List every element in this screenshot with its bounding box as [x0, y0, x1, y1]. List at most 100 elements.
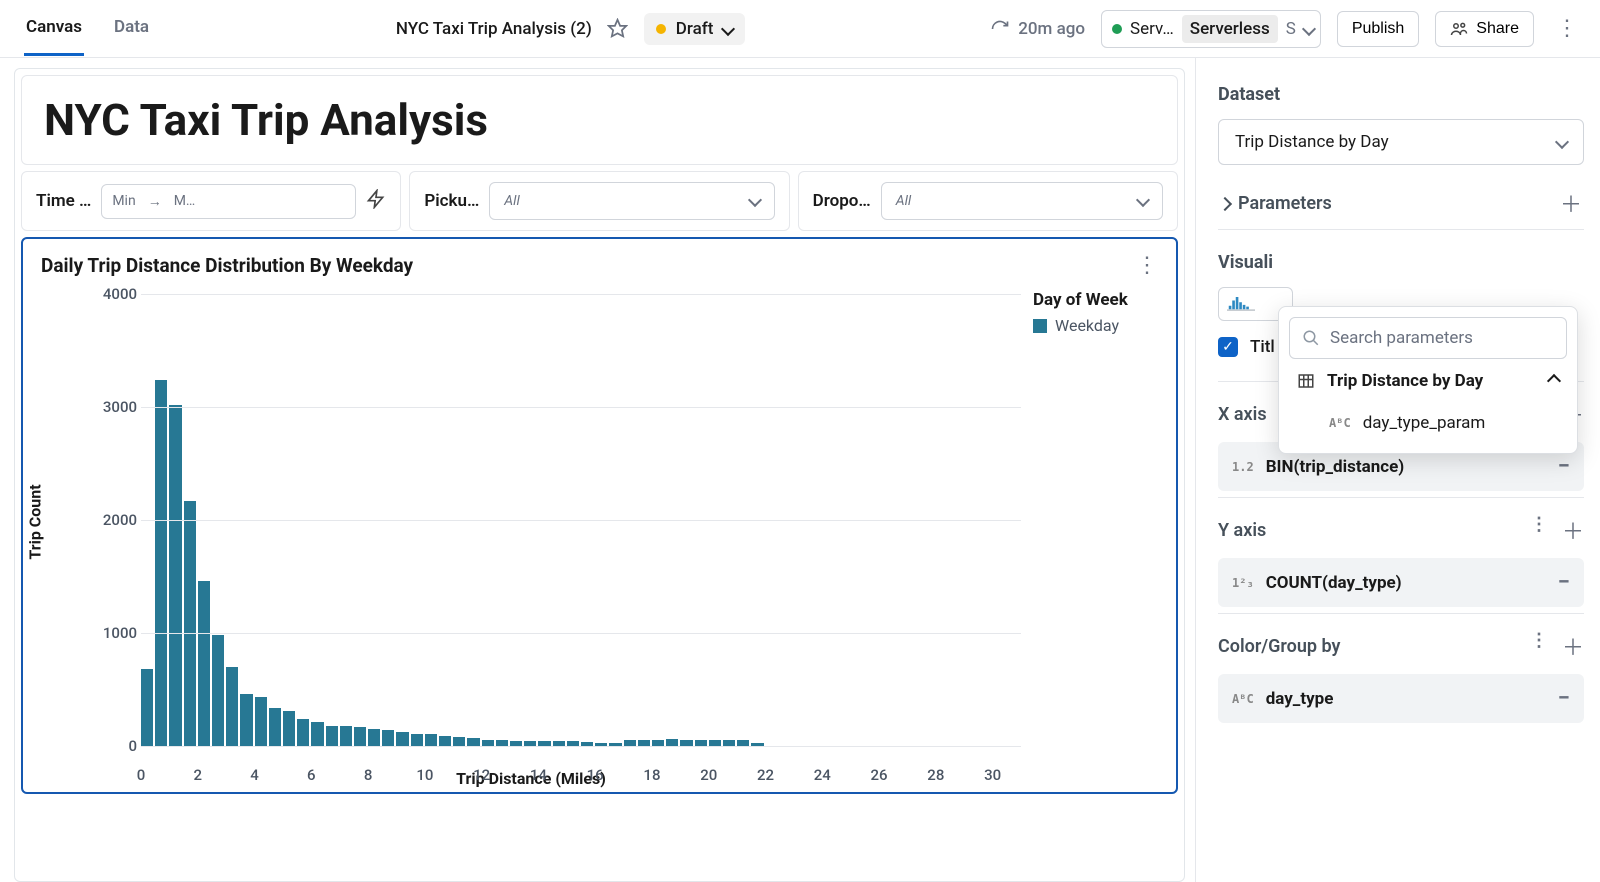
histogram-bar: [666, 739, 678, 746]
y-tick: 2000: [103, 511, 137, 529]
search-placeholder: Search parameters: [1330, 328, 1473, 348]
color-add-icon[interactable]: ＋: [1562, 630, 1584, 662]
y-axis-heading: Y axis: [1218, 520, 1266, 541]
x-tick: 28: [927, 766, 944, 784]
chevron-up-icon: [1549, 371, 1559, 391]
y-axis-add-icon[interactable]: ＋: [1562, 514, 1584, 546]
compute-selector[interactable]: Serv… Serverless S: [1101, 10, 1321, 48]
param-item[interactable]: AᴮC day_type_param: [1289, 403, 1567, 443]
y-tick: 3000: [103, 398, 137, 416]
histogram-bar: [425, 734, 437, 746]
legend-swatch-icon: [1033, 319, 1047, 333]
filter-dropoff-label: Dropo…: [813, 191, 871, 211]
filter-time: Time … Min → M…: [21, 171, 401, 231]
x-tick: 4: [250, 766, 259, 784]
histogram-bar: [311, 722, 323, 746]
histogram-bar: [255, 697, 267, 746]
y-axis-field-label: COUNT(day_type): [1266, 573, 1402, 593]
y-axis-section: Y axis ⋮ ＋ 1²₃ COUNT(day_type) −: [1218, 497, 1584, 607]
dot-draft-icon: [656, 24, 666, 34]
legend-item[interactable]: Weekday: [1033, 316, 1128, 335]
x-tick: 0: [137, 766, 146, 784]
color-menu-icon[interactable]: ⋮: [1530, 630, 1548, 662]
bolt-icon[interactable]: [366, 189, 386, 213]
canvas-pane: NYC Taxi Trip Analysis Time … Min → M… P…: [0, 58, 1195, 882]
share-button[interactable]: Share: [1435, 11, 1534, 47]
title-toggle-label: Titl: [1250, 337, 1275, 357]
tab-data[interactable]: Data: [112, 1, 151, 56]
refresh-icon: [990, 19, 1010, 39]
top-bar: Canvas Data NYC Taxi Trip Analysis (2) D…: [0, 0, 1600, 58]
param-item-label: day_type_param: [1363, 413, 1486, 433]
histogram-bar: [326, 726, 338, 746]
y-axis-menu-icon[interactable]: ⋮: [1530, 514, 1548, 546]
parameter-search-input[interactable]: Search parameters: [1289, 317, 1567, 359]
chart-legend: Day of Week Weekday: [1021, 282, 1128, 762]
histogram-bar: [155, 380, 167, 746]
x-tick: 10: [416, 766, 433, 784]
filter-pickup: Picku… All: [409, 171, 789, 231]
overflow-menu-icon[interactable]: ⋮: [1550, 16, 1584, 41]
visualization-heading: Visuali: [1218, 252, 1584, 273]
compute-size: S: [1286, 19, 1296, 39]
dropoff-select[interactable]: All: [881, 182, 1163, 220]
remove-field-icon[interactable]: −: [1558, 570, 1570, 595]
x-tick: 6: [307, 766, 316, 784]
dataset-select[interactable]: Trip Distance by Day: [1218, 119, 1584, 165]
x-axis-field-label: BIN(trip_distance): [1266, 457, 1405, 477]
chevron-down-icon: [1138, 193, 1148, 209]
pickup-select[interactable]: All: [489, 182, 774, 220]
parameters-section[interactable]: Parameters ＋: [1218, 165, 1584, 230]
histogram-bar: [382, 730, 394, 746]
param-group-label: Trip Distance by Day: [1327, 371, 1483, 391]
filter-row: Time … Min → M… Picku… All: [21, 171, 1178, 231]
mode-tabs: Canvas Data: [24, 1, 151, 56]
y-tick: 0: [128, 737, 137, 755]
refresh-status[interactable]: 20m ago: [990, 19, 1085, 39]
time-range-input[interactable]: Min → M…: [101, 184, 356, 219]
legend-title: Day of Week: [1033, 290, 1128, 310]
string-type-icon: AᴮC: [1232, 692, 1254, 706]
title-card[interactable]: NYC Taxi Trip Analysis: [21, 75, 1178, 165]
color-section: Color/Group by ⋮ ＋ AᴮC day_type −: [1218, 613, 1584, 723]
count-type-icon: 1²₃: [1232, 576, 1254, 590]
x-tick: 24: [814, 766, 831, 784]
dropoff-value: All: [896, 193, 911, 209]
x-tick: 20: [700, 766, 717, 784]
histogram-bar: [411, 734, 423, 746]
histogram-bar: [240, 694, 252, 746]
histogram-bar: [396, 732, 408, 746]
doc-title[interactable]: NYC Taxi Trip Analysis (2): [396, 19, 592, 39]
histogram-bar: [354, 727, 366, 746]
chart-card[interactable]: Daily Trip Distance Distribution By Week…: [21, 237, 1178, 794]
chevron-down-icon: [1557, 132, 1567, 152]
chevron-right-icon: [1220, 193, 1230, 214]
compute-name: Serverless: [1182, 15, 1278, 43]
color-field-label: day_type: [1266, 689, 1334, 709]
add-parameter-icon[interactable]: ＋: [1560, 187, 1582, 219]
tab-canvas[interactable]: Canvas: [24, 1, 84, 56]
histogram-bar: [340, 726, 352, 746]
chart-menu-icon[interactable]: ⋮: [1136, 253, 1158, 278]
remove-field-icon[interactable]: −: [1558, 686, 1570, 711]
histogram-bar: [141, 669, 153, 746]
time-min-placeholder: Min: [112, 193, 135, 209]
color-heading: Color/Group by: [1218, 636, 1340, 657]
title-checkbox[interactable]: ✓: [1218, 337, 1238, 357]
legend-item-label: Weekday: [1055, 316, 1119, 335]
param-group-row[interactable]: Trip Distance by Day: [1289, 359, 1567, 403]
histogram-bar: [467, 738, 479, 746]
filter-pickup-label: Picku…: [424, 191, 479, 211]
remove-field-icon[interactable]: −: [1558, 454, 1570, 479]
string-type-icon: AᴮC: [1329, 416, 1351, 430]
color-field[interactable]: AᴮC day_type −: [1218, 674, 1584, 723]
histogram-bar: [269, 708, 281, 746]
y-tick: 4000: [103, 285, 137, 303]
publish-button[interactable]: Publish: [1337, 11, 1419, 47]
filter-dropoff: Dropo… All: [798, 171, 1178, 231]
y-axis-field[interactable]: 1²₃ COUNT(day_type) −: [1218, 558, 1584, 607]
chevron-down-icon: [723, 19, 733, 39]
draft-status-pill[interactable]: Draft: [644, 13, 746, 45]
star-icon[interactable]: [604, 15, 632, 43]
pickup-value: All: [504, 193, 519, 209]
